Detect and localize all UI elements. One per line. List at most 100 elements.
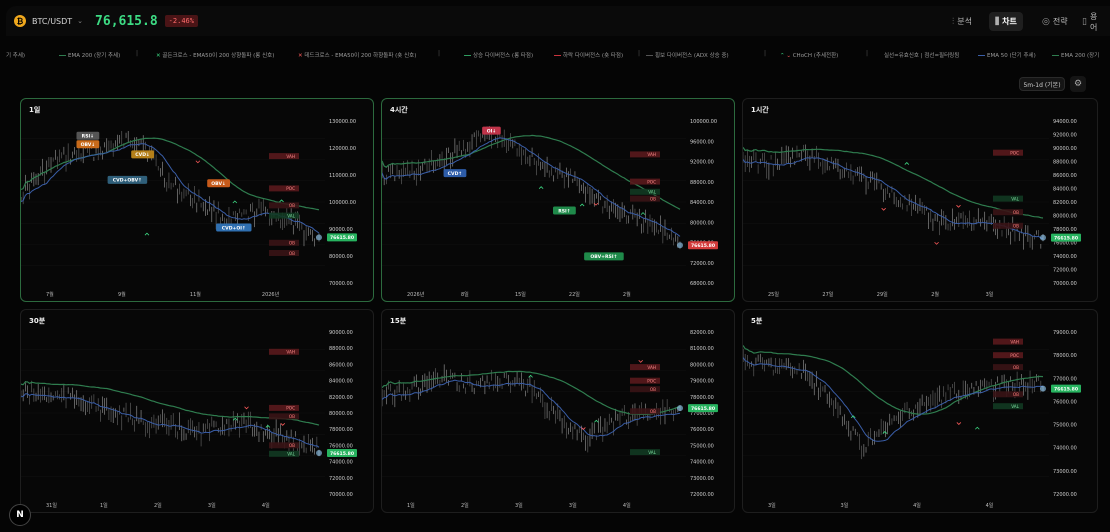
choch-icon: ⌃ ⌄ [780, 53, 791, 59]
indicator-legend: 기 추세) EMA 200 (장기 추세) | ✕ 골든크로스 - EMA50이 20… [6, 48, 1110, 62]
glossary-button[interactable]: ▯ 용어 [1076, 11, 1110, 32]
x-axis-label: 9월 [118, 291, 126, 298]
choch-up-icon [975, 426, 980, 430]
current-price-label: 76615.80 [330, 451, 354, 457]
legend-label: 기 추세) [6, 53, 26, 59]
target-icon: ◎ [1042, 16, 1050, 27]
legend-label: 데드크로스 - EMA50이 200 하향돌파 (숏 신호) [304, 53, 417, 59]
x-axis-label: 25일 [768, 291, 779, 298]
signal-label: OBV↓ [81, 142, 96, 148]
book-icon: ▯ [1082, 16, 1087, 27]
zone-label: VAH [647, 365, 656, 370]
zone-label: VAL [287, 452, 295, 457]
bitcoin-icon: ₿ [14, 15, 26, 27]
current-price-label: 76615.80 [1054, 235, 1078, 241]
y-axis-label: 82000.00 [329, 395, 353, 401]
symbol-selector[interactable]: BTC/USDT [32, 17, 72, 26]
signal-label: CVD↑ [448, 171, 463, 177]
y-axis-label: 68000.00 [690, 281, 714, 287]
y-axis-label: 84000.00 [690, 200, 714, 206]
legend-label: EMA 50 (단기 추세) [987, 53, 1036, 59]
zone-label: OB [1013, 365, 1019, 370]
y-axis-label: 80000.00 [329, 411, 353, 417]
chart-label: 차트 [1002, 17, 1017, 26]
choch-up-icon [640, 212, 646, 215]
zone-label: VAH [647, 152, 656, 157]
price-chart: 82000.00 81000.00 80000.00 79000.00 78000.00… [382, 330, 718, 509]
x-axis-label: 2일 [154, 502, 162, 509]
y-axis-label: 76000.00 [690, 427, 714, 433]
legend-item: 상승 다이버전스 (롱 타점) [464, 51, 533, 59]
candles-icon: ⫼ [995, 16, 1000, 27]
choch-down-icon [280, 423, 286, 426]
x-axis-label: 15일 [515, 291, 526, 298]
legend-line-icon [59, 55, 66, 56]
zone-label: OB [289, 203, 295, 208]
x-axis-label: 11월 [190, 291, 201, 298]
x-axis-label: 4일 [262, 502, 270, 509]
y-axis-label: 86000.00 [1053, 173, 1077, 179]
zone-label: POC [647, 379, 656, 384]
legend-label: 골든크로스 - EMA50이 200 상향돌파 (롱 신호) [162, 53, 275, 59]
timeframe-selector[interactable]: 5m-1d (기본) [1019, 77, 1065, 91]
signal-label: OBV↓ [211, 181, 226, 187]
glossary-label: 용어 [1089, 11, 1098, 32]
choch-down-icon [956, 204, 961, 208]
zone-label: OB [650, 196, 656, 201]
zone-label: OB [1013, 224, 1019, 229]
y-axis-label: 76000.00 [329, 443, 353, 449]
legend-item: ✕ 골든크로스 - EMA50이 200 상향돌파 (롱 신호) [156, 51, 274, 59]
y-axis-label: 92000.00 [690, 160, 714, 166]
x-axis-label: 2026년 [262, 291, 280, 298]
y-axis-label: 81000.00 [690, 346, 714, 352]
x-axis-label: 3일 [768, 502, 776, 509]
y-axis-label: 80000.00 [329, 254, 353, 260]
zone-label: OB [289, 251, 295, 256]
current-price-label: 76615.80 [691, 243, 715, 249]
analysis-label: 분석 [957, 17, 972, 26]
x-axis-label: 27일 [822, 291, 833, 298]
price-chart: 90000.00 88000.00 86000.00 84000.00 82000.00… [21, 330, 357, 509]
current-price-label: 76615.80 [330, 235, 354, 241]
zone-label: OB [289, 443, 295, 448]
y-axis-label: 80000.00 [1053, 214, 1077, 220]
legend-separator: | [136, 50, 139, 57]
y-axis-label: 88000.00 [690, 180, 714, 186]
y-axis-label: 100000.00 [329, 200, 356, 206]
choch-up-icon [279, 199, 284, 203]
chart-panel-5m[interactable]: 5분 79000.00 78000.00 77000.00 76000.00 75000… [742, 309, 1098, 513]
analysis-button[interactable]: ⫶ 분석 [946, 12, 978, 31]
app-logo[interactable]: N [9, 504, 31, 526]
y-axis-label: 94000.00 [1053, 119, 1077, 125]
choch-down-icon [244, 406, 249, 410]
chart-button[interactable]: ⫼ 차트 [989, 12, 1023, 31]
x-axis-label: 2일 [461, 502, 469, 509]
chart-panel-1d[interactable]: 1일 130000.00 120000.00 110000.00 100000.00 9… [20, 98, 374, 302]
price-chart: 130000.00 120000.00 110000.00 100000.00 9000… [21, 119, 357, 298]
gear-icon[interactable]: ⚙ [1070, 76, 1086, 92]
y-axis-label: 88000.00 [329, 346, 353, 352]
chart-panel-15m[interactable]: 15분 82000.00 81000.00 80000.00 79000.00 7800… [381, 309, 735, 513]
chart-icon: ⫶ [952, 16, 955, 27]
y-axis-label: 73000.00 [690, 476, 714, 482]
strategy-label: 전략 [1052, 17, 1068, 26]
y-axis-label: 76000.00 [1053, 399, 1077, 405]
legend-item: EMA 200 (장기 추세) [59, 51, 120, 59]
chart-panel-4h[interactable]: 4시간 100000.00 96000.00 92000.00 88000.00 840… [381, 98, 735, 302]
y-axis-label: 96000.00 [690, 139, 714, 145]
choch-down-icon [638, 359, 643, 363]
strategy-button[interactable]: ◎ 전략 [1036, 12, 1074, 31]
legend-item: 하락 다이버전스 (숏 타점) [554, 51, 623, 59]
chevron-down-icon[interactable]: ⌄ [77, 17, 83, 25]
chart-panel-30m[interactable]: 30분 90000.00 88000.00 86000.00 84000.00 8200… [20, 309, 374, 513]
y-axis-label: 100000.00 [690, 119, 717, 125]
choch-down-icon [956, 422, 962, 426]
y-axis-label: 82000.00 [690, 330, 714, 336]
zone-label: OB [289, 241, 295, 246]
legend-line-icon [978, 55, 985, 56]
legend-label: 횡보 다이버전스 (ADX 상승 중) [655, 53, 729, 59]
chart-panel-1h[interactable]: 1시간 94000.00 92000.00 90000.00 88000.00 8600… [742, 98, 1098, 302]
signal-label: OI↓ [487, 128, 496, 134]
y-axis-label: 90000.00 [329, 227, 353, 233]
legend-line-icon [1052, 55, 1059, 56]
